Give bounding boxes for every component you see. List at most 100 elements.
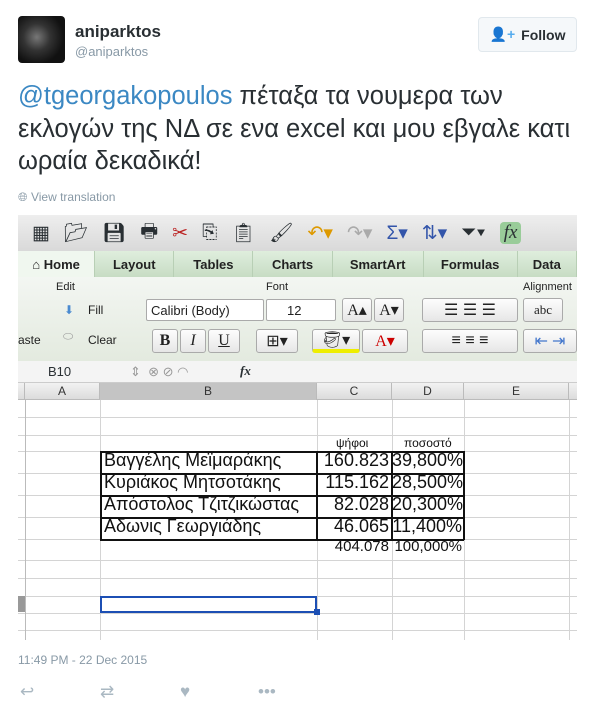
undo-icon: ↶▾	[307, 222, 333, 244]
paste-label[interactable]: aste	[18, 333, 41, 347]
grow-font-button[interactable]: A▴	[342, 298, 372, 322]
candidate-percent[interactable]: 20,300%	[392, 494, 463, 515]
candidate-votes[interactable]: 46.065	[317, 516, 389, 537]
tab-layout[interactable]: Layout	[95, 251, 175, 277]
group-edit: Edit	[56, 281, 75, 293]
spreadsheet-grid[interactable]: ψήφοι ποσοστό Βαγγέλης Μεϊμαράκης 160.82…	[18, 400, 577, 640]
paste-icon: 📋︎	[231, 223, 256, 244]
retweet-icon[interactable]: ⇄	[100, 682, 114, 702]
candidate-name[interactable]: Απόστολος Τζιτζικώστας	[104, 494, 299, 515]
like-icon[interactable]: ♥	[180, 682, 190, 702]
tab-label: Home	[43, 256, 80, 272]
font-color-button[interactable]: A▾	[362, 329, 408, 353]
tab-formulas[interactable]: Formulas	[424, 251, 518, 277]
header-votes[interactable]: ψήφοι	[336, 436, 368, 450]
underline-button[interactable]: U	[208, 329, 240, 353]
format-painter-icon: 🖌︎	[269, 223, 294, 244]
save-icon: 💾︎	[102, 223, 127, 244]
column-e[interactable]: E	[464, 383, 569, 400]
reply-icon[interactable]: ↩	[20, 682, 34, 702]
open-icon: 📂︎	[63, 223, 89, 244]
home-icon: ⌂	[32, 256, 44, 272]
row-gridline	[18, 578, 577, 579]
candidate-percent[interactable]: 28,500%	[392, 472, 463, 493]
column-b[interactable]: B	[100, 383, 317, 400]
eraser-icon: ⬭	[63, 329, 74, 343]
wrap-text-button[interactable]: abc	[523, 298, 563, 322]
view-translation-link[interactable]: 🌐︎ View translation	[18, 190, 115, 205]
italic-button[interactable]: I	[180, 329, 206, 353]
gallery-icon: ▦	[32, 222, 50, 244]
globe-icon: 🌐︎	[18, 190, 31, 204]
vertical-align-buttons[interactable]: ☰ ☰ ☰	[422, 298, 518, 322]
formula-bar: B10 ⇕ ⊗ ⊘ ◠ fx	[18, 361, 577, 383]
row-header-selected[interactable]	[18, 596, 25, 612]
filter-icon: ⏷▾	[461, 222, 486, 243]
user-name[interactable]: aniparktos	[75, 22, 161, 42]
fill-color-button[interactable]: 🪣︎▾	[312, 329, 360, 353]
tab-tables[interactable]: Tables	[174, 251, 254, 277]
horizontal-align-buttons[interactable]: ≡ ≡ ≡	[422, 329, 518, 353]
select-all[interactable]	[18, 383, 25, 400]
tab-charts[interactable]: Charts	[253, 251, 333, 277]
add-user-icon: 👤+	[489, 26, 516, 42]
tweet-timestamp[interactable]: 11:49 PM - 22 Dec 2015	[18, 653, 147, 667]
candidate-votes[interactable]: 115.162	[317, 472, 389, 493]
clear-button[interactable]: Clear	[88, 333, 117, 347]
tweet-text: @tgeorgakopoulos πέταξα τα νουμερα των ε…	[18, 80, 578, 178]
fill-icon: ⬇	[64, 303, 75, 317]
header-percent[interactable]: ποσοστό	[404, 436, 452, 450]
indent-buttons[interactable]: ⇤ ⇥	[523, 329, 577, 353]
row-gridline	[18, 560, 577, 561]
cut-icon: ✂	[172, 222, 189, 244]
candidate-percent[interactable]: 11,400%	[392, 516, 462, 537]
view-translation-label: View translation	[30, 190, 116, 204]
follow-label: Follow	[521, 26, 566, 43]
ribbon-tabs: ⌂ Home Layout Tables Charts SmartArt For…	[18, 251, 577, 277]
follow-button[interactable]: 👤+ Follow	[478, 17, 577, 52]
column-a[interactable]: A	[25, 383, 100, 400]
print-icon: 🖶	[140, 221, 159, 242]
row-gridline	[18, 630, 577, 631]
bold-button[interactable]: B	[152, 329, 178, 353]
redo-icon: ↷▾	[346, 222, 373, 244]
sum-icon: Σ▾	[386, 222, 408, 244]
row-gridline	[18, 417, 577, 418]
candidate-percent[interactable]: 39,800%	[392, 450, 463, 471]
fx-icon[interactable]: fx	[240, 363, 251, 379]
font-name-select[interactable]: Calibri (Body)	[146, 299, 264, 321]
avatar[interactable]	[18, 16, 65, 63]
candidate-name[interactable]: Κυριάκος Μητσοτάκης	[104, 472, 281, 493]
name-box[interactable]: B10	[48, 364, 71, 379]
total-votes[interactable]: 404.078	[317, 538, 389, 555]
group-alignment: Alignment	[523, 281, 572, 293]
tab-smartart[interactable]: SmartArt	[333, 251, 424, 277]
column-c[interactable]: C	[317, 383, 392, 400]
fill-button[interactable]: Fill	[88, 303, 103, 317]
copy-icon: ⎘	[202, 222, 218, 243]
excel-toolbar: ▦ 📂︎ 💾︎ 🖶 ✂ ⎘ 📋︎ 🖌︎ ↶▾ ↷▾ Σ▾ ⇅▾ ⏷▾ fx	[18, 215, 577, 251]
tab-data[interactable]: Data	[518, 251, 577, 277]
row-gridline	[18, 613, 577, 614]
candidate-name[interactable]: Βαγγέλης Μεϊμαράκης	[104, 450, 281, 471]
mention-link[interactable]: @tgeorgakopoulos	[18, 82, 232, 110]
ribbon: Edit Font Alignment ⬇ Fill aste ⬭ Clear …	[18, 277, 577, 361]
candidate-votes[interactable]: 82.028	[317, 494, 389, 515]
fill-handle[interactable]	[314, 609, 320, 615]
selected-cell-b10[interactable]	[100, 596, 317, 613]
more-icon[interactable]: •••	[258, 682, 276, 702]
function-icon: fx	[499, 222, 522, 244]
column-headers: A B C D E	[18, 383, 577, 400]
group-font: Font	[266, 281, 289, 293]
shrink-font-button[interactable]: A▾	[374, 298, 404, 322]
borders-button[interactable]: ⊞▾	[256, 329, 298, 353]
total-percent[interactable]: 100,000%	[392, 538, 462, 555]
user-handle[interactable]: @aniparktos	[75, 44, 148, 59]
candidate-name[interactable]: Αδωνις Γεωργιάδης	[104, 516, 261, 537]
excel-screenshot[interactable]: ▦ 📂︎ 💾︎ 🖶 ✂ ⎘ 📋︎ 🖌︎ ↶▾ ↷▾ Σ▾ ⇅▾ ⏷▾ fx ⌂ Home Layout T…	[18, 215, 577, 640]
sort-icon: ⇅▾	[421, 222, 448, 244]
tab-home[interactable]: ⌂ Home	[18, 251, 96, 277]
font-size-select[interactable]: 12	[266, 299, 336, 321]
column-d[interactable]: D	[392, 383, 464, 400]
candidate-votes[interactable]: 160.823	[317, 450, 389, 471]
